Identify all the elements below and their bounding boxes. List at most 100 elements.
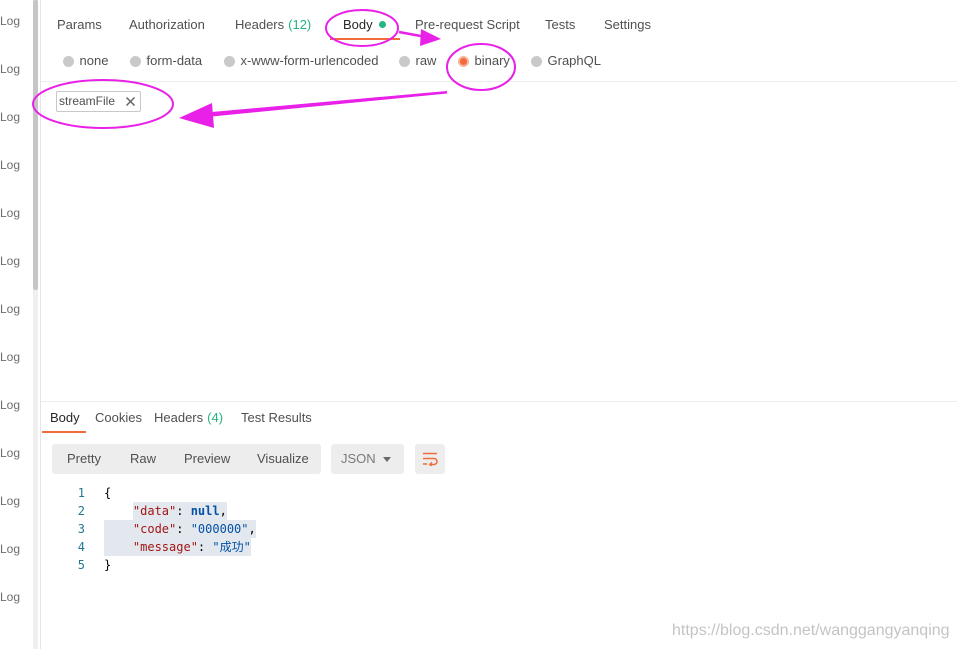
json-punctuation: : <box>176 522 191 536</box>
tab-label: Pre-request Script <box>415 17 520 32</box>
scrollbar-thumb[interactable] <box>33 0 38 290</box>
line-number: 2 <box>77 504 85 518</box>
history-item[interactable]: Log <box>0 588 20 606</box>
code-line: } <box>104 556 111 574</box>
tab-label: Tests <box>545 17 576 32</box>
json-punctuation: : <box>176 504 191 518</box>
code-line: "data": null, <box>104 502 227 520</box>
radio-option-form-data[interactable]: form-data <box>129 52 202 70</box>
history-item[interactable]: Log <box>0 444 20 462</box>
tab-label: Headers <box>235 17 285 32</box>
radio-option-x-www-form-urlencoded[interactable]: x-www-form-urlencoded <box>223 52 378 70</box>
history-item[interactable]: Log <box>0 12 20 30</box>
json-punctuation: , <box>219 504 227 518</box>
tab-pre-request-script[interactable]: Pre-request Script <box>415 16 520 34</box>
wrap-lines-icon <box>423 452 438 466</box>
close-icon[interactable] <box>125 96 136 107</box>
radio-icon[interactable] <box>398 55 410 67</box>
response-tab-cookies[interactable]: Cookies <box>95 409 142 427</box>
history-item[interactable]: Log <box>0 492 20 510</box>
radio-option-graphql[interactable]: GraphQL <box>530 52 601 70</box>
response-tab-headers[interactable]: Headers (4) <box>154 409 223 427</box>
history-item[interactable]: Log <box>0 156 20 174</box>
tab-count-badge: (12) <box>288 17 312 32</box>
history-item[interactable]: Log <box>0 252 20 270</box>
radio-label: GraphQL <box>547 53 601 68</box>
json-punctuation: : <box>197 540 213 554</box>
tab-label: Authorization <box>129 17 205 32</box>
history-item[interactable]: Log <box>0 396 20 414</box>
history-item[interactable]: Log <box>0 300 20 318</box>
radio-label: form-data <box>146 53 203 68</box>
radio-option-none[interactable]: none <box>62 52 108 70</box>
format-dropdown[interactable]: JSON <box>331 444 404 474</box>
radio-icon[interactable] <box>457 55 469 67</box>
line-number: 4 <box>77 540 85 554</box>
view-raw-button[interactable]: Raw <box>130 444 156 474</box>
radio-option-binary[interactable]: binary <box>457 52 510 70</box>
json-value: null <box>190 504 220 518</box>
tab-tests[interactable]: Tests <box>545 16 575 34</box>
radio-option-raw[interactable]: raw <box>398 52 436 70</box>
watermark: https://blog.csdn.net/wanggangyanqing <box>672 622 950 639</box>
text-selection: "data": null, <box>132 502 227 520</box>
format-dropdown-value: JSON <box>341 451 376 466</box>
line-number: 1 <box>77 486 85 500</box>
history-item[interactable]: Log <box>0 108 20 126</box>
history-item[interactable]: Log <box>0 204 20 222</box>
json-punctuation: { <box>104 486 112 500</box>
file-chip-label: streamFile <box>59 94 116 108</box>
view-pretty-button[interactable]: Pretty <box>67 444 101 474</box>
pane-divider <box>40 0 41 649</box>
tab-label: Test Results <box>241 410 312 425</box>
tab-label: Headers <box>154 410 204 425</box>
active-tab-indicator <box>330 38 400 40</box>
radio-label: x-www-form-urlencoded <box>240 53 379 68</box>
code-line: "code": "000000", <box>104 520 256 538</box>
history-sidebar: Log Log Log Log Log Log Log Log Log Log … <box>0 0 33 649</box>
json-key: "message" <box>132 540 198 554</box>
request-body-divider <box>41 81 957 82</box>
active-response-tab-indicator <box>42 431 86 433</box>
tab-authorization[interactable]: Authorization <box>129 16 205 34</box>
response-pane-divider <box>41 401 957 402</box>
text-selection: "message": "成功" <box>104 538 251 556</box>
history-item[interactable]: Log <box>0 60 20 78</box>
line-number: 3 <box>77 522 85 536</box>
json-key: "data" <box>132 504 177 518</box>
tab-label: Cookies <box>95 410 142 425</box>
radio-label: binary <box>474 53 510 68</box>
response-tab-test-results[interactable]: Test Results <box>241 409 312 427</box>
code-line: "message": "成功" <box>104 538 251 556</box>
json-punctuation: , <box>248 522 256 536</box>
tab-params[interactable]: Params <box>57 16 102 34</box>
response-tab-body[interactable]: Body <box>50 409 80 427</box>
json-key: "code" <box>132 522 177 536</box>
radio-icon[interactable] <box>62 55 74 67</box>
json-value: "000000" <box>190 522 249 536</box>
sidebar-scrollbar[interactable] <box>33 0 38 649</box>
tab-count-badge: (4) <box>207 410 224 425</box>
history-item[interactable]: Log <box>0 348 20 366</box>
tab-label: Body <box>50 410 80 425</box>
line-number: 5 <box>77 558 85 572</box>
wrap-lines-button[interactable] <box>415 444 445 474</box>
json-punctuation: } <box>104 558 112 572</box>
tab-settings[interactable]: Settings <box>604 16 651 34</box>
file-chip[interactable]: streamFile <box>56 91 141 112</box>
tab-label: Params <box>57 17 102 32</box>
view-visualize-button[interactable]: Visualize <box>257 444 309 474</box>
status-dot-icon <box>378 21 386 28</box>
text-selection: "code": "000000", <box>104 520 256 538</box>
radio-icon[interactable] <box>129 55 141 67</box>
view-preview-button[interactable]: Preview <box>184 444 230 474</box>
annotation-arrow-to-file-chip <box>179 91 447 128</box>
code-line: { <box>104 484 111 502</box>
radio-icon[interactable] <box>223 55 235 67</box>
tab-headers[interactable]: Headers (12) <box>235 16 311 34</box>
radio-icon[interactable] <box>530 55 542 67</box>
tab-body[interactable]: Body <box>343 16 386 34</box>
view-mode-group: Pretty Raw Preview Visualize <box>52 444 321 474</box>
history-item[interactable]: Log <box>0 540 20 558</box>
tab-label: Settings <box>604 17 651 32</box>
